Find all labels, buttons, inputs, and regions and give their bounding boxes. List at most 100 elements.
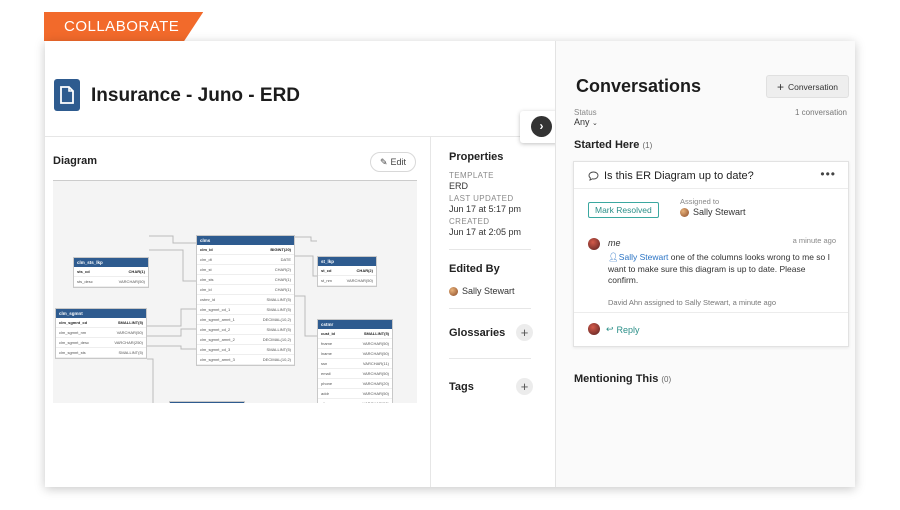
- erd-column-type: VARCHAR(50): [363, 399, 389, 403]
- erd-column: email VARCHAR(50): [318, 369, 392, 379]
- erd-table[interactable]: cstmr cust_id SMALLINT(5) fname VARCHAR(50) l…: [317, 319, 393, 403]
- glossaries-row: Glossaries +: [449, 324, 533, 341]
- avatar: [449, 286, 458, 296]
- erd-column-name: city: [321, 399, 327, 403]
- tags-row: Tags +: [449, 378, 533, 395]
- add-tag-button[interactable]: +: [516, 378, 533, 395]
- conversation-thread: Is this ER Diagram up to date? ••• Mark …: [573, 161, 849, 347]
- chevron-down-icon: ⌄: [592, 120, 598, 127]
- more-icon[interactable]: •••: [820, 167, 836, 181]
- reply-button[interactable]: ↩ Reply: [606, 324, 640, 335]
- erd-column-type: VARCHAR(50): [362, 351, 389, 356]
- erd-column: clm_sgmnt_sts SMALLINT(5): [56, 348, 146, 358]
- erd-column-type: SMALLINT(5): [266, 327, 291, 332]
- erd-column-type: DECIMAL(10,2): [262, 317, 291, 322]
- app-window: Insurance - Juno - ERD Diagram ✎ Edit cl…: [45, 41, 855, 487]
- erd-column-name: st_nm: [321, 278, 332, 283]
- erd-column-name: cstmr_id: [200, 297, 216, 302]
- erd-table[interactable]: clm_sgmnt_sts_lkpsts_cdSMALLINT(5)sts_de…: [169, 401, 245, 403]
- erd-column-name: clm_sgmnt_cd_1: [200, 307, 231, 312]
- reply-icon: ↩: [606, 324, 614, 334]
- mark-resolved-button[interactable]: Mark Resolved: [588, 202, 659, 218]
- erd-column-name: clm_sgmnt_cd: [59, 320, 88, 325]
- erd-column: clm_sgmnt_desc VARCHAR(250): [56, 338, 146, 348]
- erd-table[interactable]: st_lkp st_cd CHAR(2) st_nm VARCHAR(50): [317, 256, 377, 287]
- erd-column-name: cust_id: [321, 331, 336, 336]
- erd-column: st_cd CHAR(2): [318, 266, 376, 276]
- thread-question-text: Is this ER Diagram up to date?: [604, 170, 754, 182]
- edit-button[interactable]: ✎ Edit: [370, 152, 416, 172]
- erd-column: cust_id SMALLINT(5): [318, 329, 392, 339]
- erd-column-type: SMALLINT(5): [266, 347, 291, 352]
- edited-by-separator: [449, 308, 531, 309]
- erd-column: lname VARCHAR(50): [318, 349, 392, 359]
- erd-column: sts_cd CHAR(1): [74, 267, 148, 277]
- template-value: ERD: [449, 181, 469, 191]
- erd-column-name: addr: [321, 391, 330, 396]
- erd-column-name: clm_sts: [200, 277, 214, 282]
- erd-table-name: clm_sts_lkp: [74, 258, 148, 267]
- erd-column-name: clm_sgmnt_desc: [59, 340, 90, 345]
- document-title: Insurance - Juno - ERD: [91, 85, 301, 106]
- message-body: 👤︎Sally Stewart one of the columns looks…: [608, 252, 836, 287]
- erd-column: city VARCHAR(50): [318, 399, 392, 403]
- collapse-panel-button[interactable]: ›: [520, 111, 558, 143]
- assigned-user[interactable]: Sally Stewart: [680, 207, 746, 217]
- avatar: [588, 323, 600, 335]
- erd-column-name: sts_desc: [77, 279, 93, 284]
- erd-column-name: clm_sgmnt_amnt_2: [200, 337, 235, 342]
- created-value: Jun 17 at 2:05 pm: [449, 227, 522, 237]
- erd-column: clm_st CHAR(2): [197, 265, 294, 275]
- erd-column-type: VARCHAR(50): [362, 341, 389, 346]
- started-here-heading: Started Here (1): [574, 139, 652, 151]
- pencil-icon: ✎: [379, 156, 388, 167]
- tags-label: Tags: [449, 380, 474, 393]
- status-filter[interactable]: Any ⌄: [574, 117, 598, 127]
- avatar: [680, 207, 689, 217]
- erd-column-name: clm_sgmnt_cd_2: [200, 327, 231, 332]
- erd-table[interactable]: clm_sgmnt clm_sgmnt_cd SMALLINT(5) clm_sgmn…: [55, 308, 147, 359]
- erd-column-type: DECIMAL(10,2): [262, 337, 291, 342]
- mention-name: Sally Stewart: [618, 252, 669, 262]
- erd-column-type: VARCHAR(250): [114, 340, 143, 345]
- glossaries-label: Glossaries: [449, 326, 506, 339]
- erd-column-type: SMALLINT(5): [363, 331, 389, 336]
- erd-table[interactable]: clms clm_id BIGINT(20) clm_dt DATE clm_st CHAR…: [196, 235, 295, 366]
- erd-column-name: phone: [321, 381, 333, 386]
- last-updated-label: LAST UPDATED: [449, 194, 514, 203]
- chat-bubble-icon: [588, 171, 599, 181]
- erd-column-name: clm_sgmnt_amnt_1: [200, 317, 235, 322]
- erd-column: phone VARCHAR(20): [318, 379, 392, 389]
- add-glossary-button[interactable]: +: [516, 324, 533, 341]
- document-icon: [54, 79, 80, 111]
- avatar: [588, 238, 600, 250]
- erd-column: clm_sgmnt_amnt_2 DECIMAL(10,2): [197, 335, 294, 345]
- erd-column-name: clm_sgmnt_amnt_3: [200, 357, 235, 362]
- erd-table-name: clms: [197, 236, 294, 245]
- message-time: a minute ago: [792, 236, 836, 245]
- erd-table[interactable]: clm_sts_lkp sts_cd CHAR(1) sts_desc VARCHAR(…: [73, 257, 149, 288]
- erd-column: clm_sgmnt_cd SMALLINT(5): [56, 318, 146, 328]
- erd-column-name: sts_cd: [77, 269, 90, 274]
- erd-column-name: clm_st: [200, 267, 212, 272]
- erd-column-name: clm_id: [200, 287, 212, 292]
- status-value: Any: [574, 117, 590, 127]
- erd-column: clm_sgmnt_amnt_1 DECIMAL(10,2): [197, 315, 294, 325]
- erd-column-type: CHAR(1): [128, 269, 145, 274]
- erd-column: sts_desc VARCHAR(50): [74, 277, 148, 287]
- erd-column-type: SMALLINT(5): [118, 350, 143, 355]
- chevron-right-icon: ›: [531, 116, 552, 137]
- thread-question[interactable]: Is this ER Diagram up to date?: [588, 170, 754, 182]
- edit-label: Edit: [390, 157, 407, 167]
- mentioning-count: (0): [661, 375, 672, 384]
- new-conversation-button[interactable]: + Conversation: [766, 75, 849, 98]
- message-author: me: [608, 238, 621, 248]
- erd-column-type: VARCHAR(50): [362, 391, 389, 396]
- erd-column-name: email: [321, 371, 331, 376]
- erd-column: addr VARCHAR(50): [318, 389, 392, 399]
- erd-column-type: VARCHAR(50): [116, 330, 143, 335]
- erd-diagram-canvas[interactable]: clm_sts_lkp sts_cd CHAR(1) sts_desc VARCHAR(…: [53, 181, 417, 403]
- edited-by-heading: Edited By: [449, 263, 500, 275]
- user-mention[interactable]: 👤︎Sally Stewart: [608, 252, 668, 262]
- reply-label: Reply: [616, 324, 640, 335]
